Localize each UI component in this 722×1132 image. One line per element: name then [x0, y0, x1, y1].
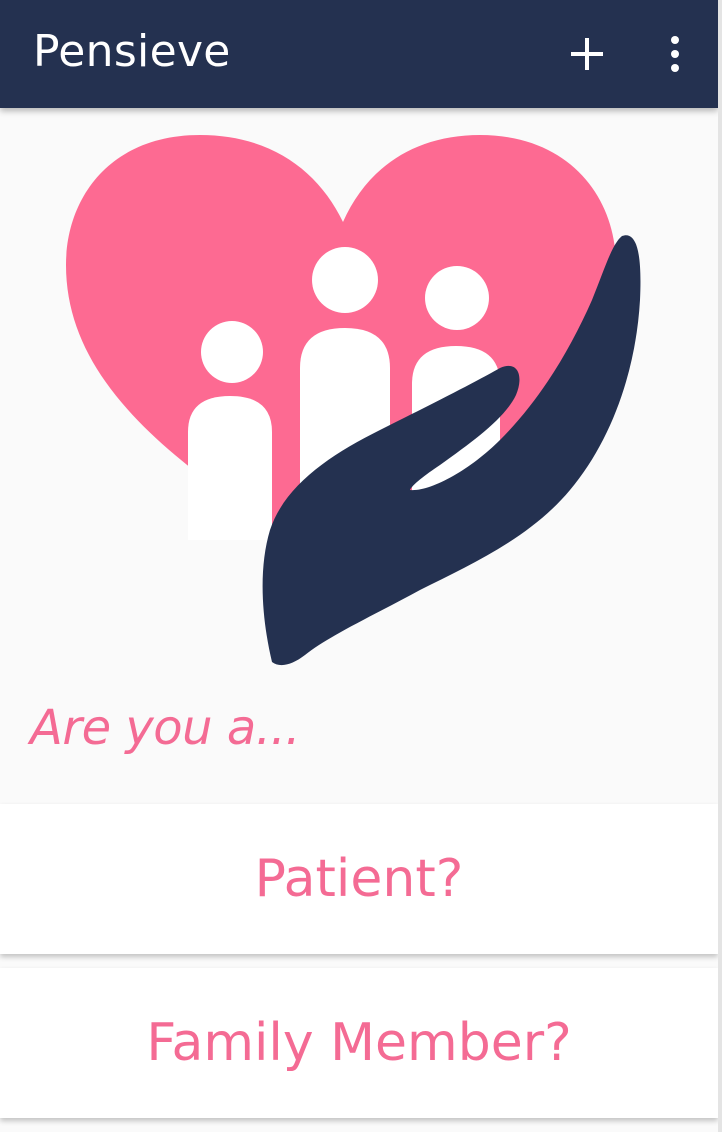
- app-screen: Pensieve Are you a... Patient? Family Me…: [0, 0, 722, 1132]
- patient-button[interactable]: Patient?: [0, 804, 718, 954]
- screen-edge: [718, 0, 722, 1132]
- overflow-menu-button[interactable]: [641, 20, 709, 88]
- more-vert-icon: [671, 36, 679, 72]
- add-button[interactable]: [553, 20, 621, 88]
- plus-icon: [571, 38, 603, 70]
- person-right-head: [425, 266, 489, 330]
- person-center-head: [312, 247, 378, 313]
- person-left-head: [201, 321, 263, 383]
- family-member-button[interactable]: Family Member?: [0, 968, 718, 1118]
- person-left-body: [188, 396, 272, 540]
- heart-family-hand-logo: [66, 135, 641, 666]
- app-bar: Pensieve: [0, 0, 718, 108]
- role-prompt: Are you a...: [30, 700, 301, 756]
- app-title: Pensieve: [33, 26, 231, 77]
